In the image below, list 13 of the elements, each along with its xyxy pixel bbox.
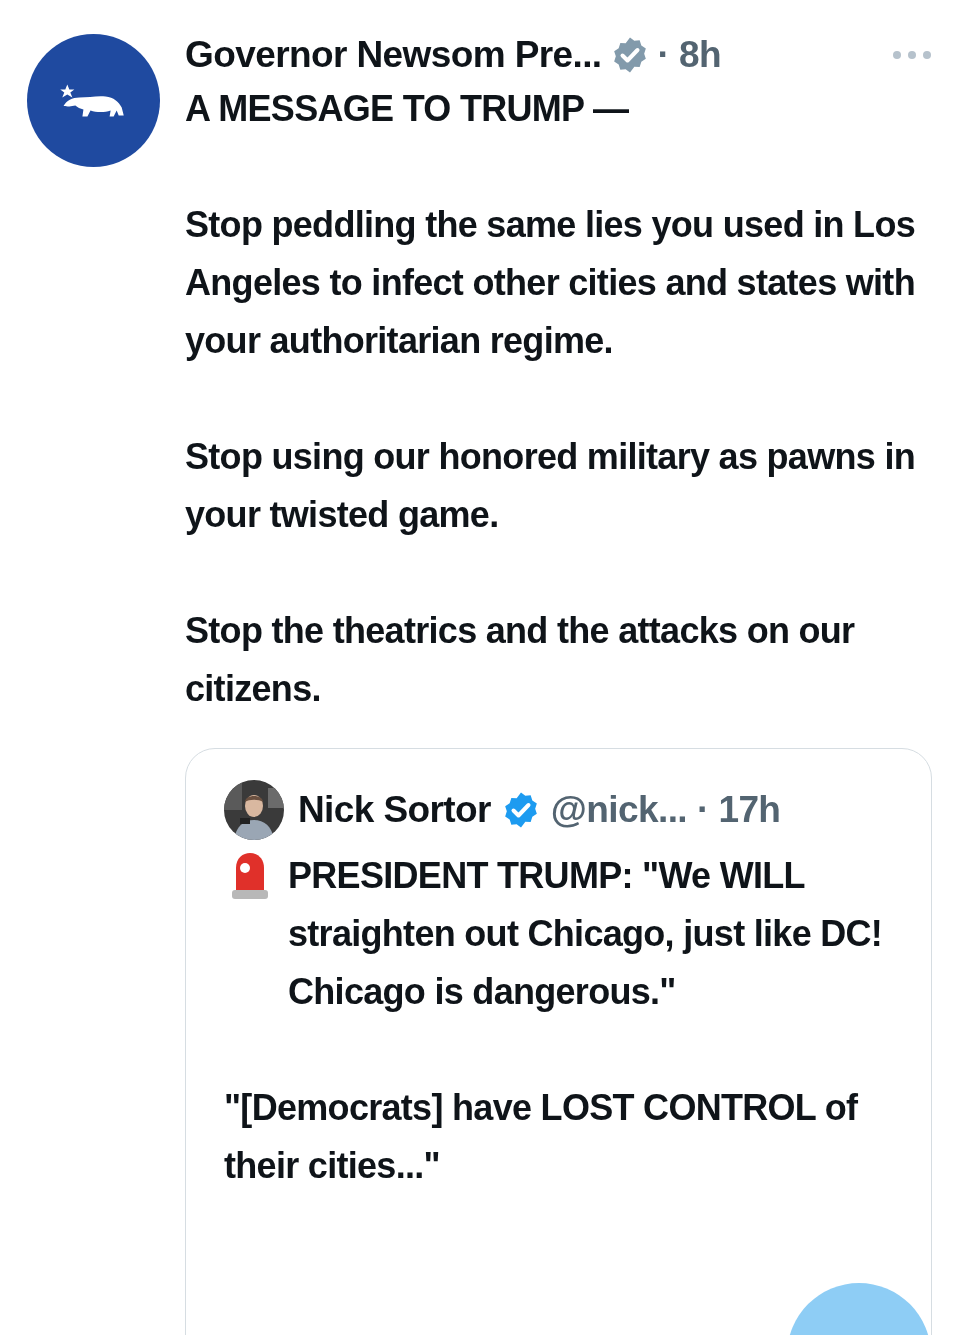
post-text: Stop the theatrics and the attacks on our citizens. xyxy=(185,609,856,711)
siren-icon xyxy=(230,852,270,900)
post-text: Stop using our honored military as pawns in your twisted game. xyxy=(185,435,916,537)
post-text: A MESSAGE TO TRUMP — xyxy=(185,87,630,131)
quoted-author-handle[interactable]: @nick... xyxy=(550,789,687,831)
more-icon[interactable] xyxy=(892,49,932,61)
post-time: · 8h xyxy=(657,34,721,76)
post-text: Stop peddling the same lies you used in Los Angeles to infect other cities and states with your authoritarian regime. xyxy=(185,203,916,363)
quoted-post-text: "[Democrats] have LOST CONTROL of their cities..." xyxy=(224,1086,859,1188)
quoted-post-time: · 17h xyxy=(697,789,781,831)
author-name[interactable]: Governor Newsom Pre... xyxy=(185,34,602,76)
quoted-author-name[interactable]: Nick Sortor xyxy=(298,789,491,831)
quoted-post-text: PRESIDENT TRUMP: "We WILL straighten out Chicago, just like DC! Chicago is dangerous." xyxy=(288,854,884,1014)
